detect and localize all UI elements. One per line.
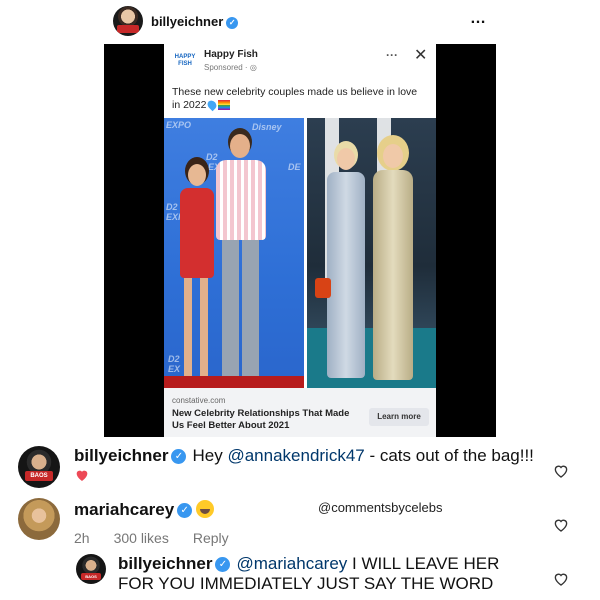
verified-badge-icon: ✓ [226, 16, 239, 29]
like-heart-icon[interactable] [552, 570, 570, 588]
ad-headline: New Celebrity Relationships That Made Us… [172, 408, 350, 431]
laughing-emoji-icon [196, 500, 215, 518]
backdrop-logo: DE [288, 162, 301, 172]
like-heart-icon[interactable] [552, 462, 570, 480]
backdrop-logo: EXPO [166, 120, 192, 130]
more-options-icon[interactable]: … [470, 10, 487, 28]
comment-time: 2h [74, 530, 90, 546]
ad-more-icon: ··· [386, 48, 398, 62]
ad-footer: constative.com New Celebrity Relationshi… [164, 388, 436, 437]
ad-sponsored-label: Sponsored · ◎ [204, 63, 257, 72]
blue-heart-icon [206, 98, 219, 112]
avatar-badge: BAOS [81, 573, 101, 580]
mention-link[interactable]: @annakendrick47 [227, 446, 364, 465]
backdrop-logo: EXI [166, 212, 181, 222]
red-carpet [164, 376, 304, 388]
rainbow-flag-icon [218, 100, 231, 111]
photo-right-couple [307, 118, 436, 388]
backdrop-logo: D2 [168, 354, 180, 364]
backdrop-logo: D2 [166, 202, 178, 212]
comment-reply: BAOS billyeichner ✓ @mariahcarey I WILL LE… [0, 552, 600, 600]
verified-badge-icon: ✓ [177, 503, 193, 519]
post-header: billyeichner ✓ … [0, 0, 600, 44]
happy-fish-logo: HAPPY FISH [174, 54, 196, 67]
backdrop-logo: Disney [252, 122, 282, 132]
ad-page-name: Happy Fish [204, 49, 258, 60]
comment-text: billyeichner ✓ Hey @annakendrick47 - cats … [74, 446, 534, 486]
backdrop-logo: EX [168, 364, 181, 374]
comment-body: - cats out of the bag!!! [364, 446, 534, 465]
avatar-badge: BAOS [25, 471, 53, 481]
ad-header: HAPPY FISH Happy Fish Sponsored · ◎ ··· … [164, 44, 436, 80]
comment-meta: 2h 300 likes Reply [74, 530, 253, 546]
mention-link[interactable]: @mariahcarey [236, 554, 347, 573]
post-author[interactable]: billyeichner ✓ [151, 14, 239, 29]
watermark: @commentsbycelebs [318, 500, 443, 515]
avatar[interactable]: BAOS [18, 446, 60, 488]
facebook-ad-screenshot: HAPPY FISH Happy Fish Sponsored · ◎ ··· … [164, 44, 436, 437]
post-author-username[interactable]: billyeichner [151, 14, 223, 29]
ad-domain: constative.com [172, 396, 226, 405]
like-heart-icon[interactable] [552, 516, 570, 534]
sponsored-text: Sponsored · [204, 63, 250, 72]
comment-text: mariahcarey ✓ [74, 500, 215, 520]
comment-body-start: Hey [192, 446, 228, 465]
comment-username[interactable]: mariahcarey [74, 500, 174, 519]
reply-button[interactable]: Reply [193, 530, 229, 546]
comment-username[interactable]: billyeichner [118, 554, 212, 573]
backdrop-logo: D2 [206, 152, 218, 162]
ad-photo: EXPO Disney D2 EXP DE D2 EXI D2 EX [164, 118, 436, 388]
learn-more-button: Learn more [369, 408, 429, 426]
comment-username[interactable]: billyeichner [74, 446, 168, 465]
avatar[interactable] [18, 498, 60, 540]
verified-badge-icon: ✓ [215, 557, 231, 573]
avatar[interactable]: BAOS [76, 554, 106, 584]
globe-icon: ◎ [249, 63, 257, 72]
comment-text: billyeichner ✓ @mariahcarey I WILL LEAVE H… [118, 554, 538, 594]
avatar-badge [117, 25, 139, 33]
comment: mariahcarey ✓ 2h 300 likes Reply [0, 496, 600, 552]
ad-caption: These new celebrity couples made us beli… [172, 86, 428, 112]
red-heart-icon [76, 470, 88, 481]
comment-likes[interactable]: 300 likes [114, 530, 169, 546]
comment: BAOS billyeichner ✓ Hey @annakendrick47 - … [0, 440, 600, 495]
ad-close-icon: ✕ [414, 47, 428, 64]
photo-left-couple: EXPO Disney D2 EXP DE D2 EXI D2 EX [164, 118, 304, 388]
verified-badge-icon: ✓ [171, 449, 187, 465]
avatar[interactable] [113, 6, 143, 36]
